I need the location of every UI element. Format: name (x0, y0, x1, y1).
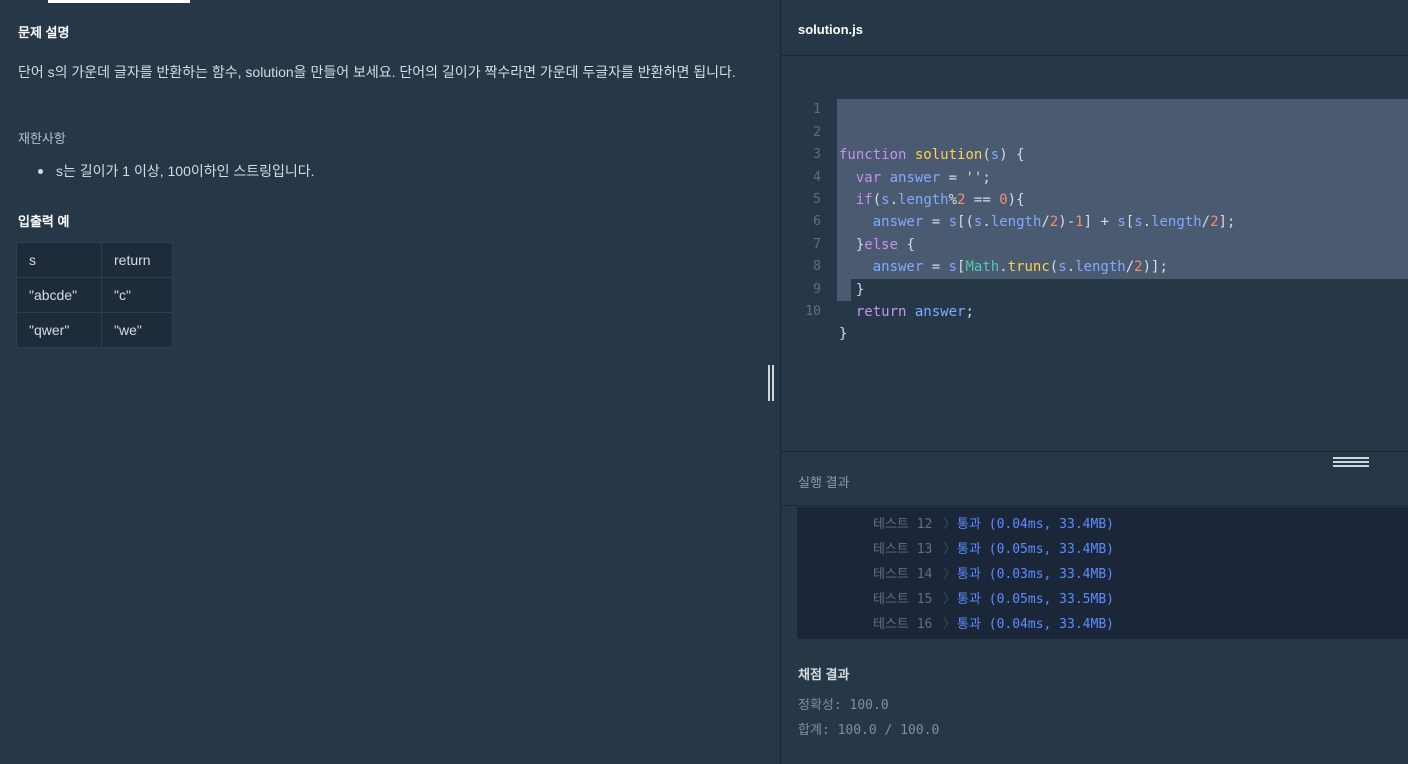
grading-title: 채점 결과 (798, 667, 850, 682)
results-panel-header: 실행 결과 (781, 451, 1408, 506)
code-line: 4 if(s.length%2 == 0){ (781, 144, 1408, 208)
code-line: 1 (781, 77, 1408, 117)
code-editor[interactable]: 1 2 function solution(s) { 3 var answer … (781, 57, 1408, 451)
test-results-list: 테스트 12 〉 통과 (0.04ms, 33.4MB) 테스트 13 〉 통과… (797, 507, 1408, 639)
chevron-right-icon: 〉 (943, 592, 957, 607)
line-number: 10 (805, 304, 821, 319)
test-result-row: 테스트 12 〉 통과 (0.04ms, 33.4MB) (797, 512, 1408, 537)
test-label: 테스트 14 (873, 567, 933, 582)
test-status: 통과 (0.04ms, 33.4MB) (957, 517, 1114, 532)
constraint-item: s는 길이가 1 이상, 100이하인 스트링입니다. (38, 160, 315, 182)
active-tab-indicator (48, 0, 190, 3)
test-result-row: 테스트 13 〉 통과 (0.05ms, 33.4MB) (797, 537, 1408, 562)
constraint-text: s는 길이가 1 이상, 100이하인 스트링입니다. (56, 163, 315, 179)
test-label: 테스트 15 (873, 592, 933, 607)
test-result-row: 테스트 16 〉 통과 (0.04ms, 33.4MB) (797, 612, 1408, 637)
grip-line (1333, 457, 1369, 459)
grip-line (1333, 461, 1369, 463)
grip-line (768, 365, 770, 401)
test-status: 통과 (0.05ms, 33.5MB) (957, 592, 1114, 607)
table-row: "qwer" "we" (16, 312, 173, 348)
file-tab[interactable]: solution.js (798, 22, 863, 37)
code-line: 6 }else { (781, 189, 1408, 252)
problem-pane: 문제 설명 단어 s의 가운데 글자를 반환하는 함수, solution을 만… (0, 0, 780, 764)
table-header-row: s return (16, 242, 173, 278)
code-line: 5 answer = s[(s.length/2)-1] + s[s.lengt… (781, 167, 1408, 230)
code-line: 9 return answer; (781, 256, 1408, 320)
chevron-right-icon: 〉 (943, 517, 957, 532)
io-example-title: 입출력 예 (18, 214, 70, 229)
test-label: 테스트 16 (873, 617, 933, 632)
accuracy-score: 정확성: 100.0 (798, 698, 889, 713)
table-header-cell: return (101, 242, 173, 278)
test-status: 통과 (0.03ms, 33.4MB) (957, 567, 1114, 582)
results-resize-handle[interactable] (1333, 457, 1369, 467)
table-row: "abcde" "c" (16, 277, 173, 313)
pane-resize-handle[interactable] (766, 365, 778, 401)
bullet-icon (38, 169, 43, 174)
test-label: 테스트 13 (873, 542, 933, 557)
constraints-list: s는 길이가 1 이상, 100이하인 스트링입니다. (38, 160, 315, 182)
code-text: } (839, 326, 848, 343)
editor-pane: solution.js 1 2 function solution(s) { 3… (780, 0, 1408, 764)
problem-section-title: 문제 설명 (18, 25, 70, 40)
grip-line (1333, 465, 1369, 467)
table-header-cell: s (16, 242, 102, 278)
table-cell: "abcde" (16, 277, 102, 313)
problem-description: 단어 s의 가운데 글자를 반환하는 함수, solution을 만들어 보세요… (18, 64, 736, 80)
table-cell: "c" (101, 277, 173, 313)
test-label: 테스트 12 (873, 517, 933, 532)
code-text: return answer; (855, 304, 974, 320)
test-result-row: 테스트 14 〉 통과 (0.03ms, 33.4MB) (797, 562, 1408, 587)
code-line: 3 var answer = ''; (781, 122, 1408, 185)
test-status: 통과 (0.04ms, 33.4MB) (957, 617, 1114, 632)
chevron-right-icon: 〉 (943, 542, 957, 557)
table-cell: "we" (101, 312, 173, 348)
code-line: 2 function solution(s) { (781, 99, 1408, 163)
code-line: 8 } (781, 234, 1408, 297)
test-result-row: 테스트 15 〉 통과 (0.05ms, 33.5MB) (797, 587, 1408, 612)
file-tab-bar: solution.js (781, 0, 1408, 56)
chevron-right-icon: 〉 (943, 617, 957, 632)
constraints-title: 재한사항 (18, 131, 66, 146)
io-example-table: s return "abcde" "c" "qwer" "we" (16, 242, 173, 348)
results-title: 실행 결과 (798, 475, 850, 490)
code-line: 7 answer = s[Math.trunc(s.length/2)]; (781, 211, 1408, 275)
total-score: 합계: 100.0 / 100.0 (798, 723, 940, 738)
code-line: 10 } (781, 279, 1408, 342)
table-cell: "qwer" (16, 312, 102, 348)
test-status: 통과 (0.05ms, 33.4MB) (957, 542, 1114, 557)
grip-line (772, 365, 774, 401)
chevron-right-icon: 〉 (943, 567, 957, 582)
